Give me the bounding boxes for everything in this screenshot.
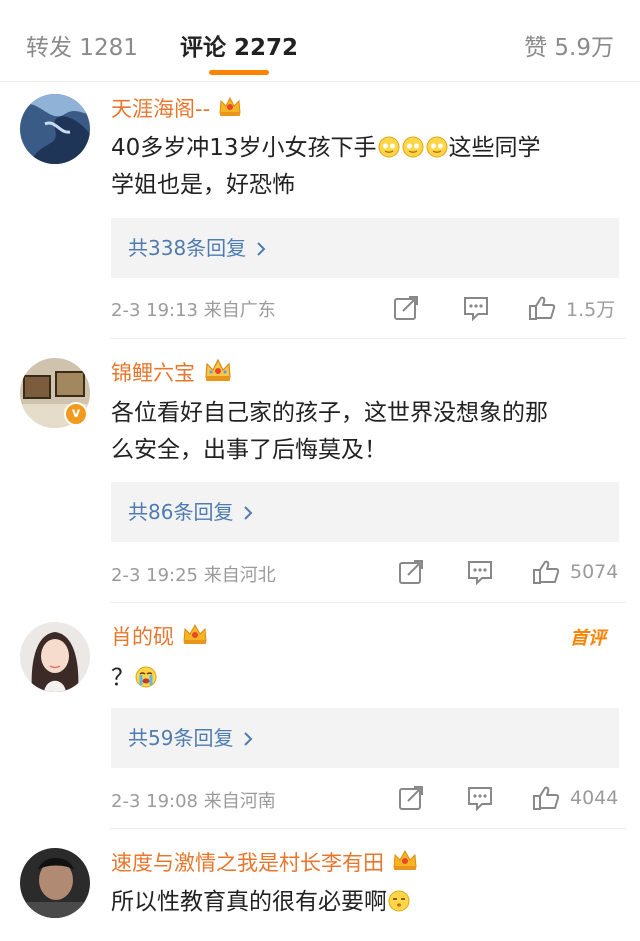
first-comment-badge: 首评 <box>570 628 606 649</box>
crown-badge-icon <box>182 623 208 649</box>
username[interactable]: 锦鲤六宝 <box>111 357 195 387</box>
reply-button[interactable] <box>466 783 494 813</box>
avatar[interactable] <box>20 622 90 692</box>
sleepy-emoji-icon <box>387 889 411 915</box>
active-tab-indicator <box>209 70 269 75</box>
comment-icon <box>468 787 492 811</box>
emoji-icon <box>425 135 449 161</box>
thumbs-up-icon <box>533 786 560 810</box>
tab-likes[interactable]: 赞 5.9万 <box>524 28 614 62</box>
username[interactable]: 速度与激情之我是村长李有田 <box>111 847 384 877</box>
comment-meta: 2-3 19:08 来自河南 <box>111 791 276 812</box>
share-icon <box>399 560 423 584</box>
share-icon <box>394 296 418 320</box>
divider <box>110 602 626 603</box>
comment-icon <box>468 561 492 585</box>
thumbs-up-icon <box>529 296 556 320</box>
divider <box>110 828 626 829</box>
tab-repost[interactable]: 转发 1281 <box>26 28 138 62</box>
crown-badge-icon <box>203 358 233 386</box>
comment-meta: 2-3 19:13 来自广东 <box>111 300 276 321</box>
like-button[interactable]: 4044 <box>532 783 618 813</box>
like-count: 5074 <box>570 561 619 583</box>
verified-badge-icon: v <box>64 402 88 426</box>
avatar[interactable] <box>20 94 90 164</box>
share-button[interactable] <box>393 293 421 323</box>
divider <box>110 338 626 339</box>
reply-button[interactable] <box>462 293 490 323</box>
comment-text: 各位看好自己家的孩子，这世界没想象的那 么安全，出事了后悔莫及！ <box>111 400 548 463</box>
comment-text: 所以性教育真的很有必要啊 <box>111 884 621 921</box>
crown-badge-icon <box>392 849 418 875</box>
tab-bar: 转发 1281 评论 2272 赞 5.9万 <box>0 0 640 82</box>
share-icon <box>399 786 423 810</box>
emoji-icon <box>377 135 401 161</box>
view-replies-button[interactable]: 共338条回复 <box>111 218 619 278</box>
crown-badge-icon <box>218 95 242 121</box>
tab-comments[interactable]: 评论 2272 <box>180 28 298 62</box>
view-replies-button[interactable]: 共59条回复 <box>111 708 619 768</box>
comment-meta: 2-3 19:25 来自河北 <box>111 565 276 586</box>
like-count: 4044 <box>570 787 619 809</box>
chevron-right-icon <box>243 484 253 544</box>
username[interactable]: 天涯海阁-- <box>111 93 210 123</box>
username[interactable]: 肖的砚 <box>111 621 174 651</box>
chevron-right-icon <box>256 220 266 280</box>
crying-emoji-icon <box>134 665 158 691</box>
chevron-right-icon <box>243 710 253 770</box>
thumbs-up-icon <box>533 560 560 584</box>
like-button[interactable]: 1.5万 <box>528 293 615 323</box>
like-button[interactable]: 5074 <box>532 557 618 587</box>
share-button[interactable] <box>398 557 426 587</box>
like-count: 1.5万 <box>566 298 616 321</box>
comment-icon <box>464 297 488 321</box>
comment-text: 40多岁冲13岁小女孩下手 这些同学 学姐也是，好恐怖 <box>111 135 541 198</box>
reply-button[interactable] <box>466 557 494 587</box>
share-button[interactable] <box>398 783 426 813</box>
view-replies-button[interactable]: 共86条回复 <box>111 482 619 542</box>
comment-text: ？ <box>111 660 621 697</box>
avatar[interactable] <box>20 848 90 918</box>
emoji-icon <box>401 135 425 161</box>
